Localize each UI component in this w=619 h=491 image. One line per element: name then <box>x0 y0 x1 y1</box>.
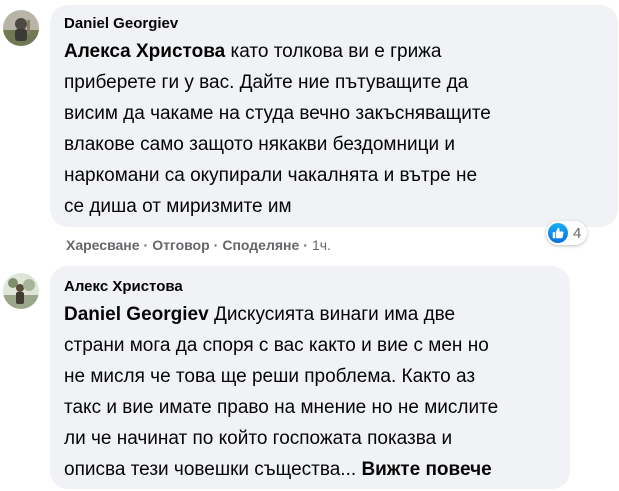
separator-dot: · <box>213 237 219 253</box>
comment-bubble-1: Daniel Georgiev Алекса Христова като тол… <box>50 5 618 227</box>
timestamp[interactable]: 1ч. <box>312 237 331 253</box>
like-icon <box>548 223 568 243</box>
separator-dot: · <box>303 237 308 253</box>
comment-line: Daniel Georgiev Дискусията винаги има дв… <box>64 299 556 330</box>
comment-actions: Харесване · Отговор · Споделяне · 1ч. <box>66 236 331 254</box>
mention-link[interactable]: Алекса Христова <box>64 41 225 62</box>
comment-line: наркомани са окупирали чакалнята и вътре… <box>64 165 478 186</box>
comment-line: влакове само защото някакви бездомници и <box>64 134 455 155</box>
comment-bubble-2: Алекс Христова Daniel Georgiev Дискусият… <box>50 266 570 489</box>
comment-line: се диша от миризмите им <box>64 196 292 217</box>
reaction-summary[interactable]: 4 <box>546 221 588 245</box>
comment-text: Daniel Georgiev Дискусията винаги има дв… <box>64 299 556 485</box>
share-button[interactable]: Споделяне <box>222 237 299 253</box>
comment-text: Алекса Христова като толкова ви е грижа … <box>64 36 604 222</box>
comment-line: ли че начинат по който госпожата показва… <box>64 428 453 449</box>
comment-line-text: Дискусията винаги има две <box>208 304 456 325</box>
mention-link[interactable]: Daniel Georgiev <box>64 304 209 325</box>
comment-line: такс и вие имате право на мнение но не м… <box>64 397 499 418</box>
avatar-photo <box>3 273 39 309</box>
separator-dot: · <box>143 237 149 253</box>
comment-line-text: като толкова ви е грижа <box>225 41 442 62</box>
comment-line: Алекса Христова като толкова ви е грижа <box>64 36 604 67</box>
see-more-link[interactable]: Вижте повече <box>361 459 491 480</box>
comment-line: не мисля че това ще реши проблема. Както… <box>64 366 476 387</box>
comment-line: приберете ги у вас. Дайте ние пътуващите… <box>64 72 469 93</box>
reply-button[interactable]: Отговор <box>152 237 209 253</box>
comment-line-text: описва тези човешки същества... <box>64 459 357 480</box>
comment-author[interactable]: Алекс Христова <box>64 277 556 297</box>
avatar-photo <box>3 10 39 46</box>
comment-author[interactable]: Daniel Georgiev <box>64 14 604 34</box>
like-button[interactable]: Харесване <box>66 237 140 253</box>
comment-line: описва тези човешки същества... Вижте по… <box>64 454 556 485</box>
reaction-count: 4 <box>573 224 582 242</box>
comment-line: страни мога да споря с вас както и вие с… <box>64 335 489 356</box>
avatar-aleks-hristova[interactable] <box>3 273 39 309</box>
avatar-daniel-georgiev[interactable] <box>3 10 39 46</box>
comment-line: висим да чакаме на студа вечно закъснява… <box>64 103 491 124</box>
